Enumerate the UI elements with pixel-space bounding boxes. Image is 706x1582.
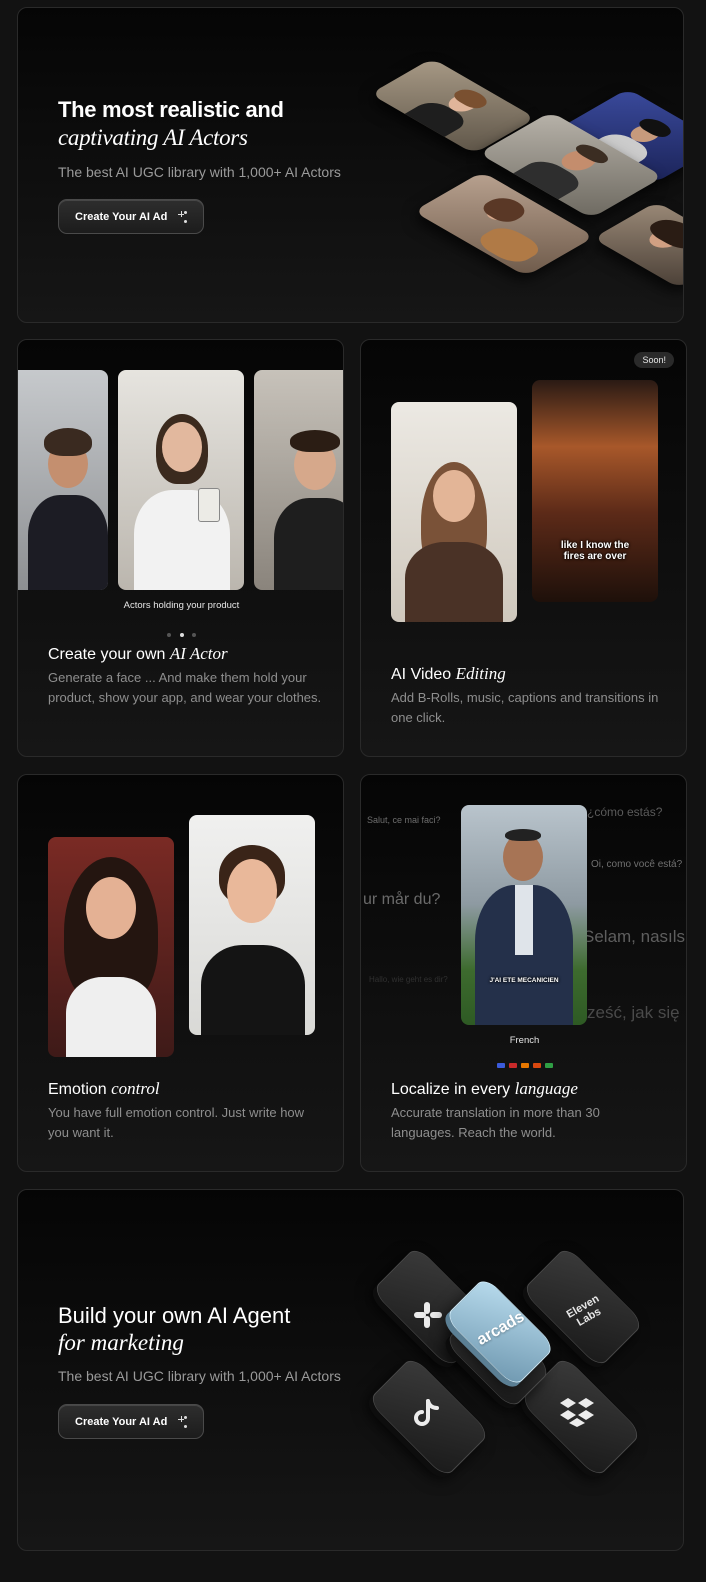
agent-title: Build your own AI Agent for marketing (58, 1302, 341, 1356)
video-editing-title: AI Video Editing (391, 664, 506, 684)
carousel-dot[interactable] (167, 633, 172, 637)
cta-label: Create Your AI Ad (75, 210, 168, 223)
sparkle-icon (175, 210, 188, 223)
create-ai-ad-button[interactable]: Create Your AI Ad (58, 1404, 205, 1439)
hero-card: The most realistic and captivating AI Ac… (17, 7, 684, 323)
soon-badge: Soon! (634, 352, 674, 368)
cta-label: Create Your AI Ad (75, 1415, 168, 1428)
agent-title-main: Build your own AI Agent (58, 1303, 291, 1328)
localize-video[interactable]: J'AI ETE MECANICIEN (461, 805, 587, 1025)
title-italic: language (514, 1079, 578, 1098)
video-caption: like I know the fires are over (560, 540, 630, 562)
video-editing-description: Add B-Rolls, music, captions and transit… (391, 690, 659, 725)
language-word: Oi, como você está? (591, 859, 683, 870)
language-word: Salut, ce mai faci? (367, 815, 441, 825)
emotion-control-card: Emotion control You have full emotion co… (17, 774, 344, 1172)
emotion-video-surprised[interactable] (189, 815, 315, 1035)
agent-title-italic: for marketing (58, 1330, 184, 1355)
tiktok-icon (412, 1398, 442, 1430)
title-italic: Editing (455, 664, 506, 683)
language-word: Hallo, wie geht es dir? (369, 975, 448, 984)
flag-icon[interactable] (508, 1063, 517, 1068)
ai-actor-description: Generate a face ... And make them hold y… (48, 670, 322, 705)
flag-icon[interactable] (520, 1063, 529, 1068)
video-caption: J'AI ETE MECANICIEN (489, 977, 559, 984)
sparkle-icon (175, 1415, 188, 1428)
create-ai-ad-button[interactable]: Create Your AI Ad (58, 199, 205, 234)
flag-icon[interactable] (532, 1063, 541, 1068)
language-word: ześć, jak się (587, 1003, 680, 1022)
title-text: Create your own (48, 646, 170, 663)
emotion-video-happy[interactable] (48, 837, 174, 1057)
ai-actor-card: Actors holding your product Create your … (17, 339, 344, 757)
localize-card: Salut, ce mai faci? ¿cómo estás? Oi, com… (360, 774, 687, 1172)
ai-actor-title: Create your own AI Actor (48, 644, 228, 664)
editing-video-broll[interactable]: like I know the fires are over (532, 380, 658, 602)
actor-video-center[interactable] (118, 370, 244, 590)
carousel-caption: Actors holding your product (123, 600, 240, 611)
hero-title-italic: captivating AI Actors (58, 125, 248, 150)
actor-video-right[interactable] (254, 370, 343, 590)
agent-text: Build your own AI Agent for marketing Th… (58, 1302, 341, 1384)
title-text: Emotion (48, 1081, 112, 1098)
hero-text: The most realistic and captivating AI Ac… (58, 96, 341, 180)
agent-subtitle: The best AI UGC library with 1,000+ AI A… (58, 1368, 341, 1384)
localize-title: Localize in every language (391, 1079, 578, 1099)
title-text: Localize in every (391, 1081, 515, 1098)
title-italic: AI Actor (169, 644, 228, 663)
language-label: French (509, 1035, 540, 1046)
flag-icon[interactable] (544, 1063, 553, 1068)
language-flags (361, 1055, 686, 1073)
language-word: ¿cómo estás? (587, 805, 663, 819)
hero-title-main: The most realistic and (58, 97, 284, 122)
video-editing-card: Soon! like I know the fires are over AI … (360, 339, 687, 757)
language-word: Selam, nasıls (583, 927, 686, 946)
actor-tile (592, 201, 683, 289)
carousel-dots (18, 624, 343, 642)
title-text: AI Video (391, 666, 456, 683)
slack-icon (410, 1300, 446, 1330)
language-word: ur mår du? (363, 891, 441, 908)
editing-video-actor[interactable] (391, 402, 517, 622)
perfume-bottle-icon (198, 488, 220, 522)
hero-title: The most realistic and captivating AI Ac… (58, 96, 341, 152)
emotion-title: Emotion control (48, 1079, 160, 1099)
actor-video-left[interactable] (18, 370, 108, 590)
hero-subtitle: The best AI UGC library with 1,000+ AI A… (58, 164, 341, 180)
ai-agent-card: Build your own AI Agent for marketing Th… (17, 1189, 684, 1551)
flag-icon[interactable] (496, 1063, 505, 1068)
emotion-description: You have full emotion control. Just writ… (48, 1105, 305, 1140)
carousel-dot[interactable] (191, 633, 196, 637)
title-italic: control (111, 1079, 160, 1098)
dropbox-icon (558, 1396, 598, 1428)
carousel-dot-active[interactable] (179, 633, 184, 637)
localize-description: Accurate translation in more than 30 lan… (391, 1105, 600, 1140)
